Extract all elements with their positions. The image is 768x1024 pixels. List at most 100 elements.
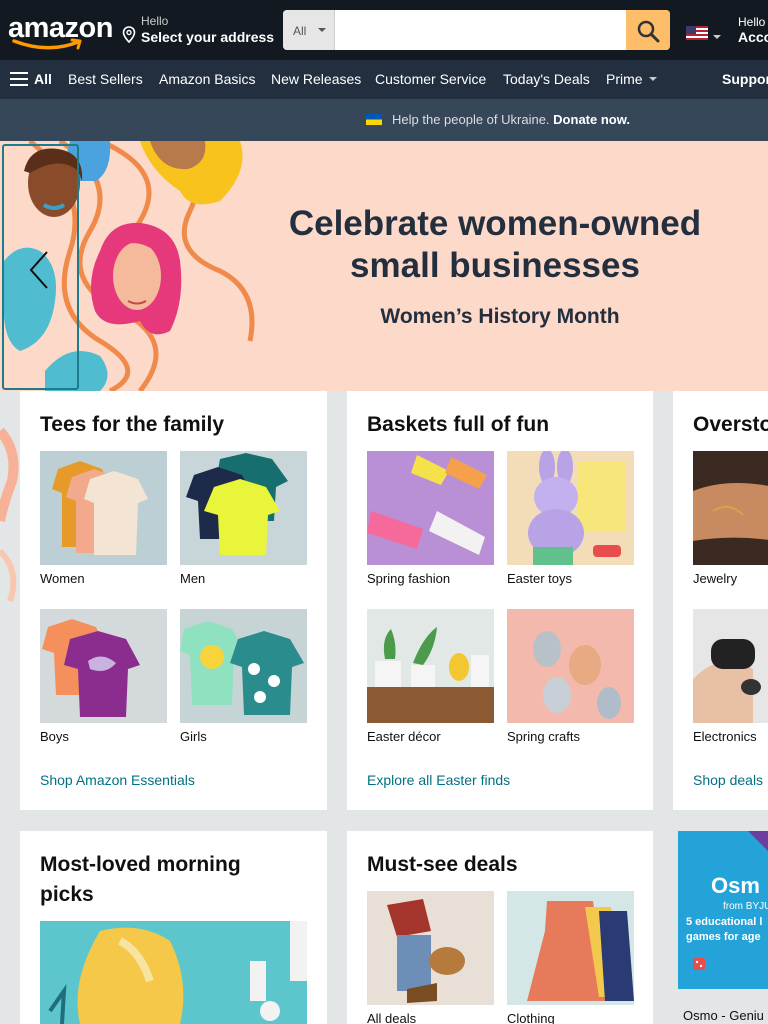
ukraine-flag-icon: [366, 114, 382, 125]
search-icon: [637, 20, 660, 43]
tile-caption: Boys: [40, 729, 69, 744]
banner-text: Help the people of Ukraine.: [392, 112, 550, 127]
osmo-brand: Osm: [711, 873, 760, 898]
tile-caption: Electronics: [693, 729, 757, 744]
card-hero-image[interactable]: [40, 921, 307, 1024]
card-title: Baskets full of fun: [367, 413, 550, 436]
tile-image: [693, 609, 768, 723]
tile-caption: Spring fashion: [367, 571, 451, 586]
tile-spring-fashion[interactable]: Spring fashion: [367, 451, 494, 586]
search-input[interactable]: [335, 10, 626, 50]
tile-caption: Clothing: [507, 1011, 555, 1024]
tile-boys[interactable]: Boys: [40, 609, 167, 744]
tile-image: [693, 451, 768, 565]
nav-item-best-sellers[interactable]: Best Sellers: [68, 71, 143, 87]
tile-caption: All deals: [367, 1011, 417, 1024]
tile-caption: Spring crafts: [507, 729, 580, 744]
tile-caption: Women: [40, 571, 85, 586]
osmo-ad-banner[interactable]: Osm from BYJU 5 educational l games for a…: [678, 831, 768, 989]
tile-image: [180, 451, 307, 565]
nav-item-prime-label: Prime: [606, 71, 643, 87]
tile-jewelry[interactable]: Jewelry: [693, 451, 768, 586]
ukraine-donation-banner: Help the people of Ukraine. Donate now.: [0, 99, 768, 141]
tile-caption: Easter décor: [367, 729, 441, 744]
card-overstock: Oversto Jewelry Electronics Shop deals: [673, 391, 768, 810]
osmo-from: from BYJU: [723, 901, 768, 912]
carousel-previous-button[interactable]: [2, 144, 79, 390]
osmo-tagline: 5 educational l games for age: [686, 915, 762, 945]
tile-easter-decor[interactable]: Easter décor: [367, 609, 494, 744]
top-navigation-bar: amazon Hello Select your address All Hel…: [0, 0, 768, 60]
tile-women[interactable]: Women: [40, 451, 167, 586]
card-title: Must-see deals: [367, 853, 518, 876]
banner-message: Help the people of Ukraine. Donate now.: [366, 112, 630, 127]
card-link[interactable]: Shop Amazon Essentials: [40, 772, 195, 788]
delivery-address-selector[interactable]: Hello Select your address: [122, 14, 275, 48]
ad-corner-decoration: [748, 831, 768, 851]
card-title: Most-loved morning picks: [40, 853, 241, 906]
hamburger-menu-icon: [10, 72, 28, 86]
chevron-down-icon: [648, 77, 657, 81]
secondary-navigation-bar: All Best Sellers Amazon Basics New Relea…: [0, 60, 768, 99]
language-selector[interactable]: [686, 26, 722, 42]
tile-image: [367, 609, 494, 723]
logo-smile-icon: [12, 38, 82, 50]
all-menu-button[interactable]: All: [10, 71, 52, 87]
address-prompt: Select your address: [141, 29, 275, 45]
card-must-see-deals: Must-see deals All deals Clothing: [347, 831, 653, 1024]
address-greeting: Hello: [141, 14, 169, 28]
osmo-ad-caption[interactable]: Osmo - Geniu: [683, 1008, 764, 1023]
card-title: Tees for the family: [40, 413, 224, 436]
tile-caption: Men: [180, 571, 206, 586]
account-menu[interactable]: Hello Acco: [738, 15, 768, 45]
card-link[interactable]: Explore all Easter finds: [367, 772, 510, 788]
nav-item-amazon-basics[interactable]: Amazon Basics: [159, 71, 255, 87]
card-title: Oversto: [693, 413, 768, 436]
hero-subtitle: Women’s History Month: [380, 305, 620, 328]
chevron-down-icon: [318, 28, 326, 32]
osmo-tagline-line-1: 5 educational l: [686, 916, 763, 928]
amazon-logo[interactable]: amazon: [8, 12, 113, 50]
card-baskets-full-of-fun: Baskets full of fun Spring fashion Easte…: [347, 391, 653, 810]
search-category-dropdown[interactable]: All: [283, 10, 335, 50]
tile-caption: Easter toys: [507, 571, 573, 586]
nav-item-support[interactable]: Suppor: [722, 71, 768, 87]
card-most-loved-morning-picks: Most-loved morning picks: [20, 831, 327, 1024]
account-label: Acco: [738, 29, 768, 45]
nav-item-customer-service[interactable]: Customer Service: [375, 71, 486, 87]
us-flag-icon: [686, 26, 708, 40]
tile-clothing[interactable]: Clothing: [507, 891, 634, 1024]
tile-electronics[interactable]: Electronics: [693, 609, 768, 744]
tile-image: [367, 891, 494, 1005]
tile-image: [180, 609, 307, 723]
hero-title: Celebrate women-owned small businesses: [288, 204, 702, 285]
tile-all-deals[interactable]: All deals: [367, 891, 494, 1024]
dice-icon: [693, 958, 705, 970]
tile-image: [367, 451, 494, 565]
donate-link[interactable]: Donate now.: [553, 112, 630, 127]
search-bar: All: [283, 10, 670, 50]
tile-image: [507, 609, 634, 723]
nav-item-todays-deals[interactable]: Today's Deals: [503, 71, 590, 87]
chevron-down-icon: [713, 35, 721, 39]
search-button[interactable]: [626, 10, 670, 50]
tile-image: [507, 891, 634, 1005]
tile-caption: Jewelry: [693, 571, 738, 586]
decorative-swirl: [0, 427, 19, 602]
tile-easter-toys[interactable]: Easter toys: [507, 451, 634, 586]
tile-image: [40, 609, 167, 723]
tile-spring-crafts[interactable]: Spring crafts: [507, 609, 634, 744]
tile-girls[interactable]: Girls: [180, 609, 307, 744]
chevron-left-icon: [29, 251, 48, 289]
nav-item-new-releases[interactable]: New Releases: [271, 71, 361, 87]
nav-item-prime[interactable]: Prime: [606, 71, 657, 87]
tile-image: [507, 451, 634, 565]
osmo-tagline-line-2: games for age: [686, 931, 761, 943]
card-tees-for-the-family: Tees for the family Women Men Boys Girls…: [20, 391, 327, 810]
location-pin-icon: [122, 26, 136, 43]
tile-men[interactable]: Men: [180, 451, 307, 586]
hero-carousel[interactable]: Celebrate women-owned small businesses W…: [0, 141, 768, 391]
account-greeting: Hello: [738, 15, 766, 29]
card-link[interactable]: Shop deals: [693, 772, 763, 788]
search-category-label: All: [293, 24, 307, 38]
